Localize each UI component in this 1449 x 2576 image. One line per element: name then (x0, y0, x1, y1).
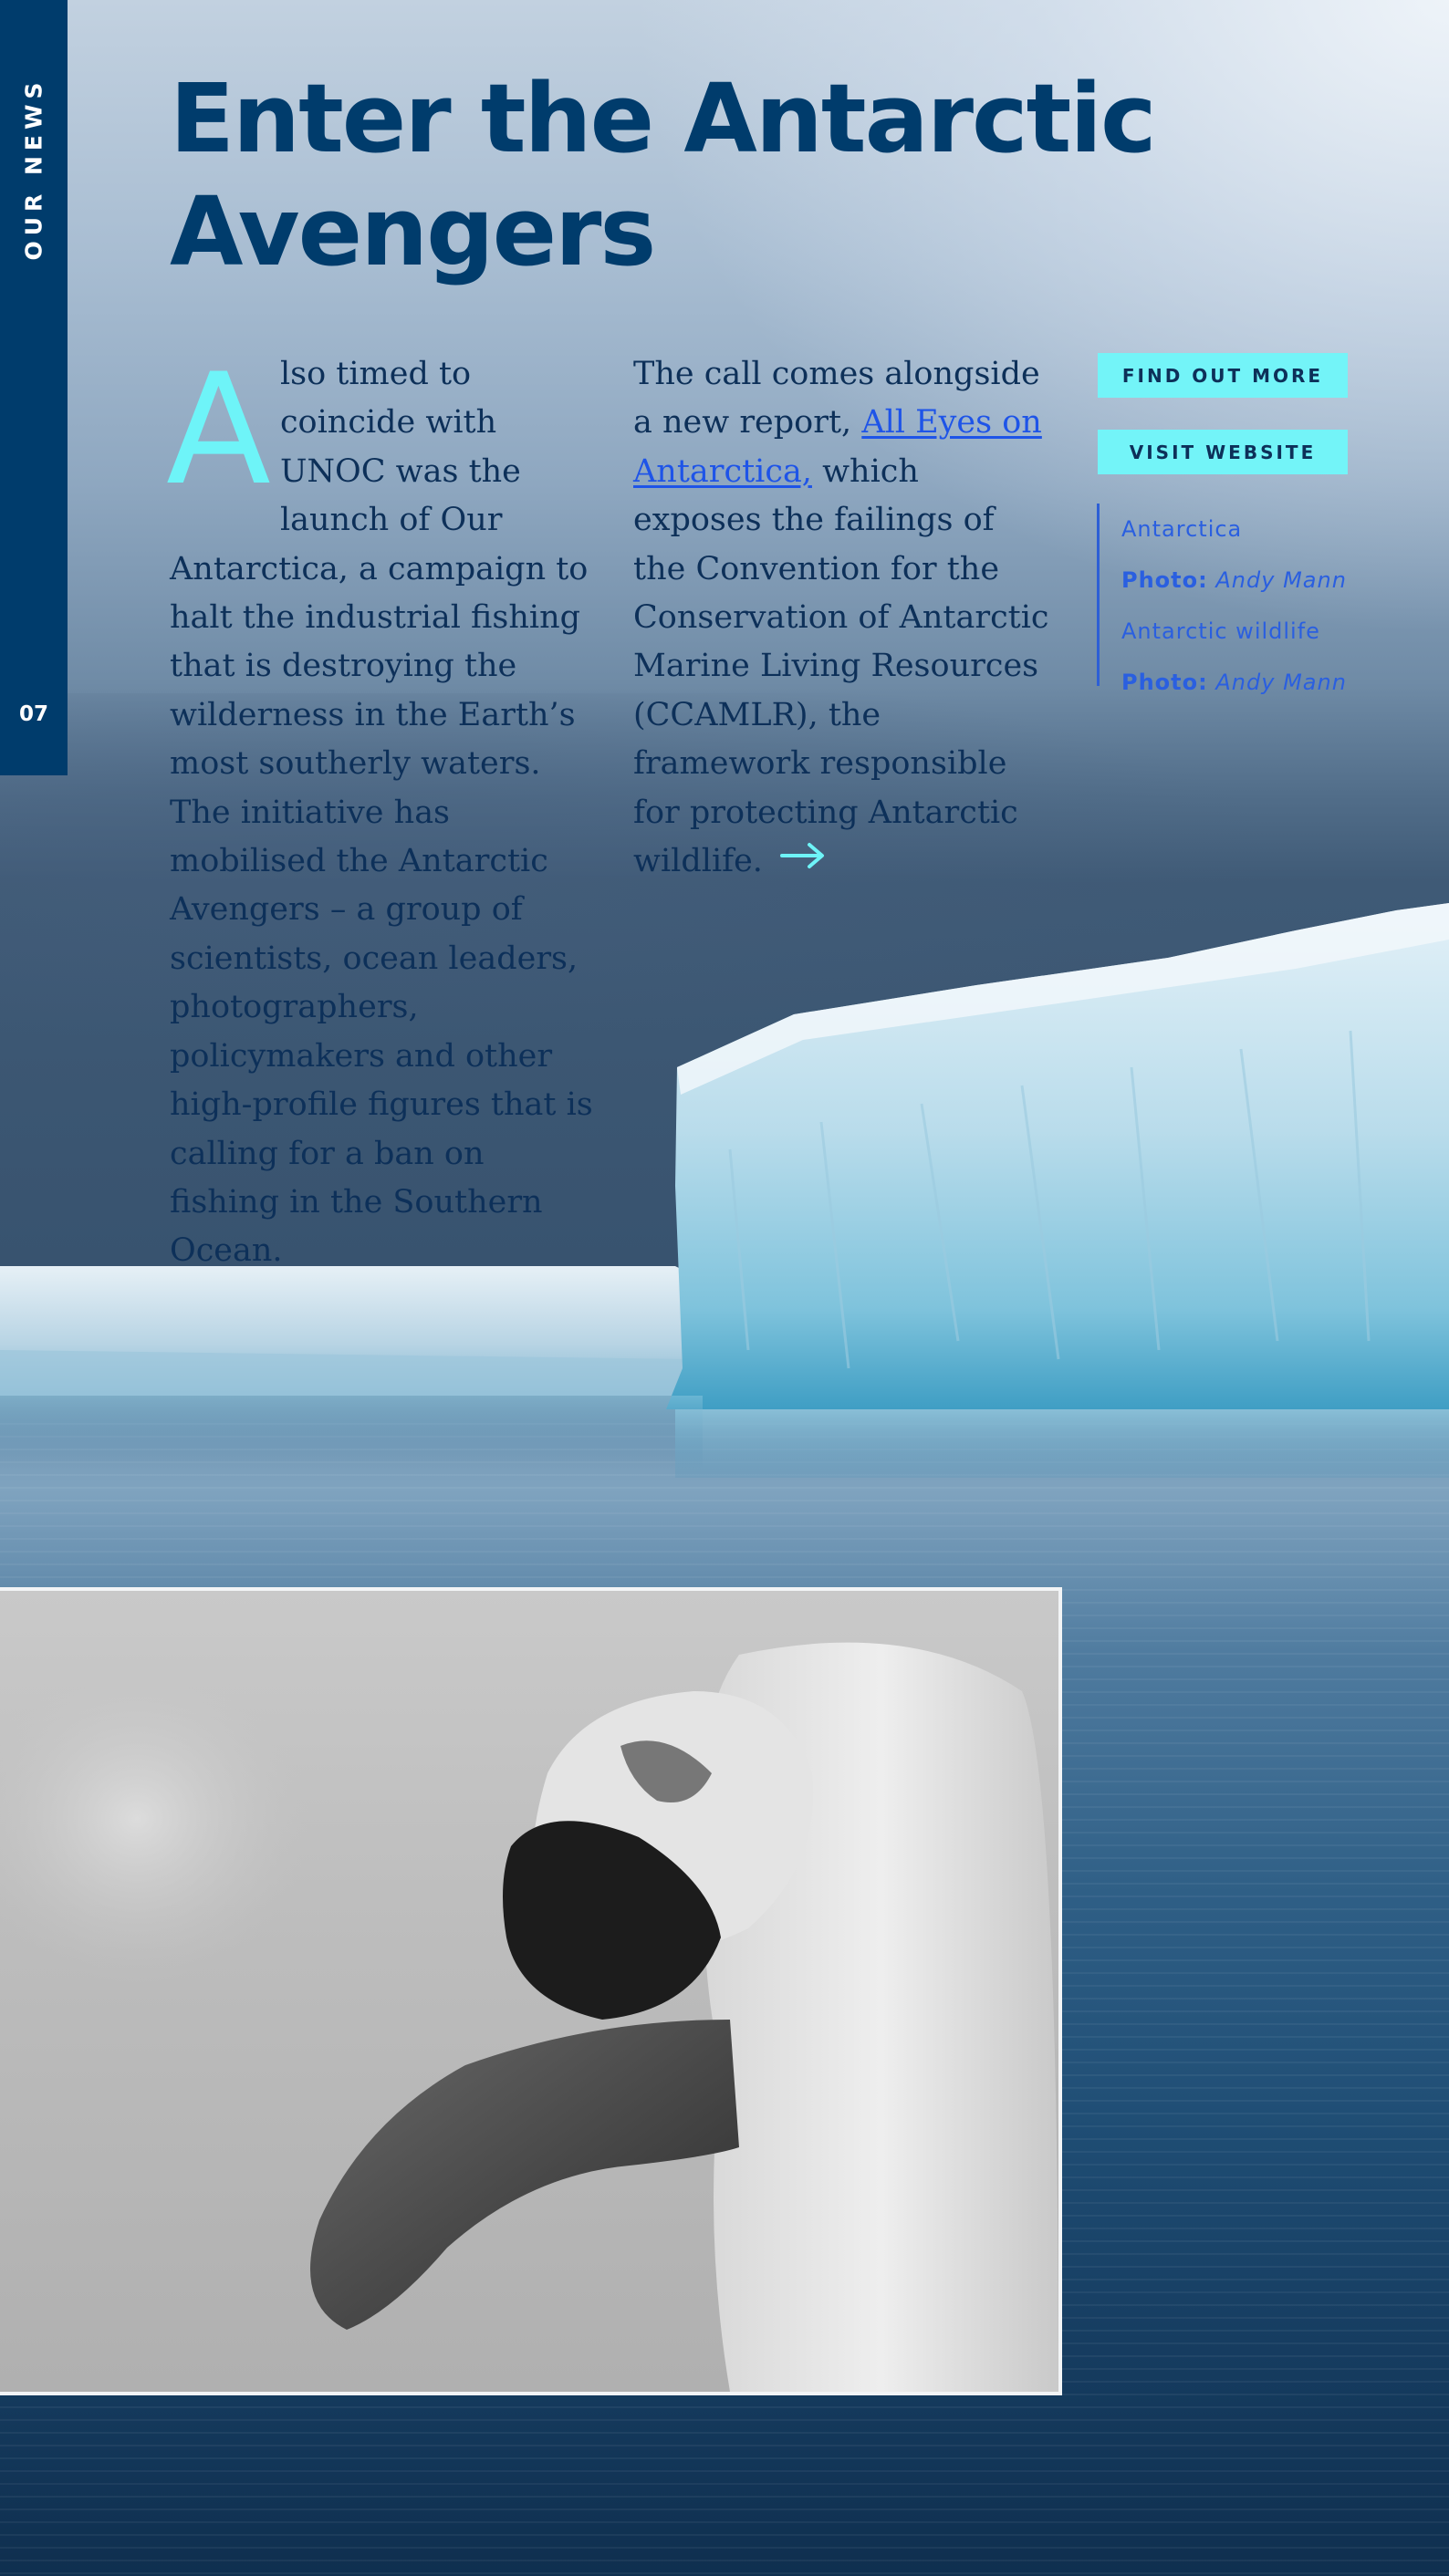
section-label: OUR NEWS (20, 77, 47, 261)
drop-cap: A (166, 340, 271, 519)
credit-name: Andy Mann (1215, 567, 1347, 593)
credit-name: Andy Mann (1215, 670, 1347, 695)
photo-captions: Antarctica Photo: Andy Mann Antarctic wi… (1097, 504, 1371, 695)
caption-credit-2: Photo: Andy Mann (1121, 657, 1371, 708)
credit-label: Photo: (1121, 670, 1208, 695)
page-number: 07 (18, 702, 48, 726)
caption-location-1: Antarctica (1121, 516, 1243, 542)
article-headline: Enter the Antarctic Avengers (170, 63, 1157, 287)
credit-label: Photo: (1121, 567, 1208, 593)
column-2-body: which exposes the failings of the Conven… (633, 452, 1049, 880)
arrow-right-icon[interactable] (780, 836, 826, 884)
caption-credit-1: Photo: Andy Mann (1121, 555, 1371, 606)
visit-website-button[interactable]: VISIT WEBSITE (1098, 430, 1348, 474)
caption-location-2: Antarctic wildlife (1121, 618, 1320, 644)
section-tab: OUR NEWS 07 (0, 0, 68, 775)
article-column-1: A lso timed to coincide with UNOC was th… (166, 350, 599, 1276)
penguin-photo (0, 1587, 1062, 2395)
find-out-more-button[interactable]: FIND OUT MORE (1098, 353, 1348, 398)
article-column-2: The call comes alongside a new report, A… (633, 350, 1053, 886)
